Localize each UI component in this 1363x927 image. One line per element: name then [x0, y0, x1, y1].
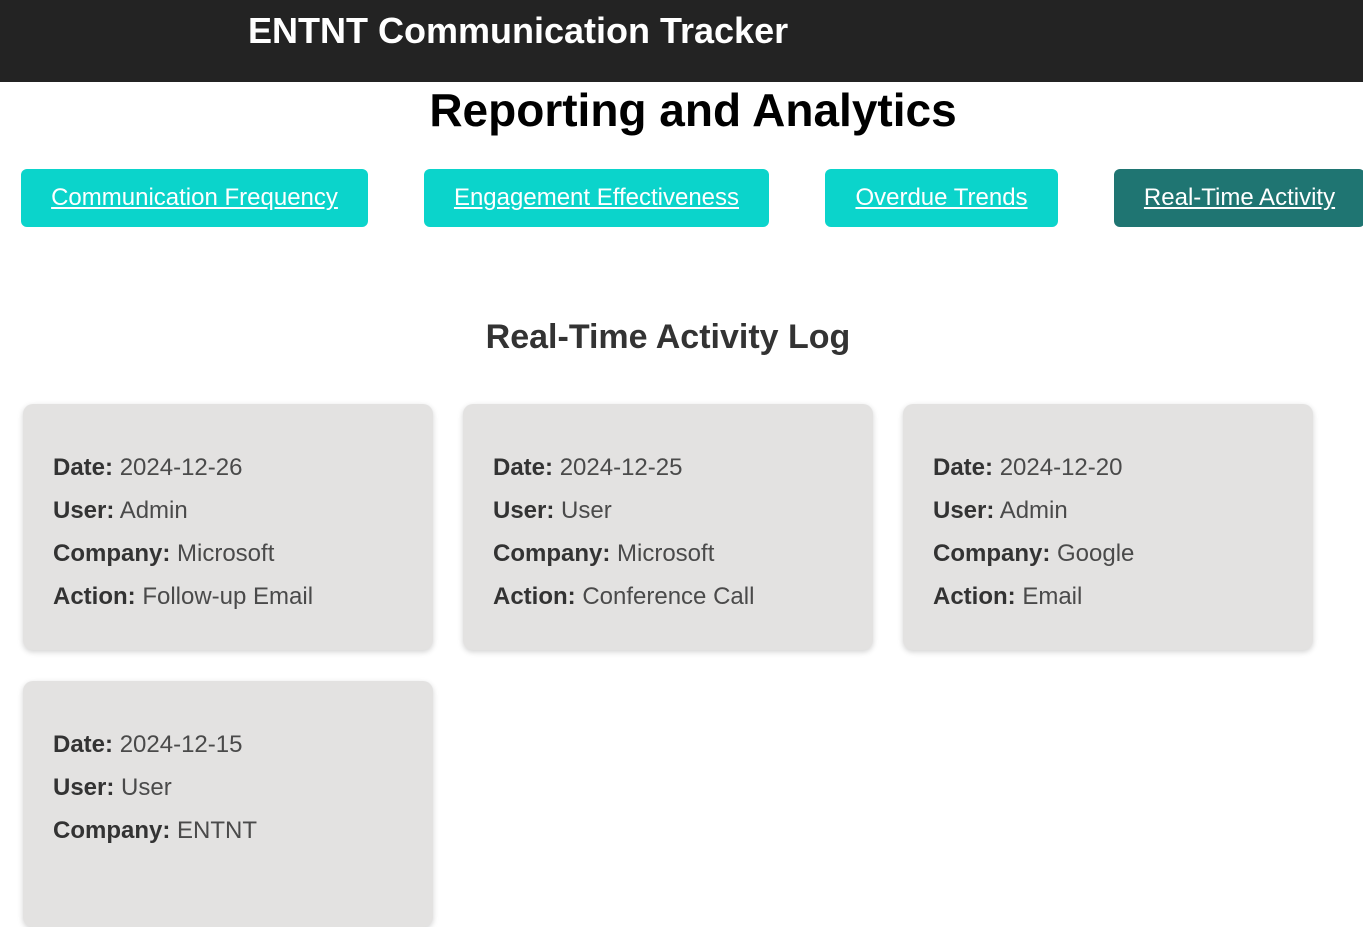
action-label: Action:: [493, 583, 576, 610]
date-field: Date: 2024-12-20: [933, 446, 1313, 489]
action-field: Action: Email: [933, 575, 1313, 618]
user-value: User: [121, 774, 172, 801]
user-label: User:: [493, 497, 555, 524]
date-value: 2024-12-20: [999, 454, 1123, 481]
user-label: User:: [933, 497, 995, 524]
user-field: User: Admin: [53, 489, 433, 532]
date-field: Date: 2024-12-15: [53, 723, 433, 766]
action-label: Action:: [933, 583, 1016, 610]
company-value: Google: [1057, 540, 1135, 567]
company-field: Company: ENTNT: [53, 809, 433, 852]
tab-real-time-activity[interactable]: Real-Time Activity: [1114, 169, 1363, 227]
action-field: Action: Follow-up Email: [53, 575, 433, 618]
company-field: Company: Microsoft: [53, 532, 433, 575]
app-title: ENTNT Communication Tracker: [248, 10, 789, 51]
company-value: ENTNT: [177, 817, 258, 844]
date-label: Date:: [493, 454, 554, 481]
top-navbar: ENTNT Communication Tracker: [0, 0, 1363, 82]
user-field: User: Admin: [933, 489, 1313, 532]
action-value: Follow-up Email: [142, 583, 314, 610]
date-label: Date:: [53, 731, 114, 758]
page-title: Reporting and Analytics: [429, 84, 957, 136]
activity-log-title: Real-Time Activity Log: [485, 318, 851, 356]
tab-communication-frequency[interactable]: Communication Frequency: [21, 169, 368, 227]
date-label: Date:: [53, 454, 114, 481]
company-label: Company:: [53, 817, 171, 844]
date-value: 2024-12-26: [119, 454, 243, 481]
activity-card: Date: 2024-12-15 User: User Company: ENT…: [23, 681, 433, 927]
user-label: User:: [53, 774, 115, 801]
activity-card: Date: 2024-12-26 User: Admin Company: Mi…: [23, 404, 433, 650]
company-value: Microsoft: [617, 540, 715, 567]
company-label: Company:: [933, 540, 1051, 567]
date-value: 2024-12-15: [119, 731, 243, 758]
activity-card: Date: 2024-12-25 User: User Company: Mic…: [463, 404, 873, 650]
user-field: User: User: [53, 766, 433, 809]
action-value: Email: [1022, 583, 1083, 610]
action-label: Action:: [53, 583, 136, 610]
company-value: Microsoft: [177, 540, 275, 567]
activity-card: Date: 2024-12-20 User: Admin Company: Go…: [903, 404, 1313, 650]
action-field: Action: Conference Call: [493, 575, 873, 618]
company-field: Company: Google: [933, 532, 1313, 575]
company-label: Company:: [493, 540, 611, 567]
action-value: Conference Call: [582, 583, 755, 610]
user-value: User: [561, 497, 612, 524]
date-value: 2024-12-25: [559, 454, 683, 481]
user-field: User: User: [493, 489, 873, 532]
tab-engagement-effectiveness[interactable]: Engagement Effectiveness: [424, 169, 769, 227]
date-field: Date: 2024-12-25: [493, 446, 873, 489]
date-field: Date: 2024-12-26: [53, 446, 433, 489]
user-label: User:: [53, 497, 115, 524]
date-label: Date:: [933, 454, 994, 481]
user-value: Admin: [999, 497, 1068, 524]
user-value: Admin: [119, 497, 188, 524]
tab-overdue-trends[interactable]: Overdue Trends: [825, 169, 1058, 227]
company-label: Company:: [53, 540, 171, 567]
company-field: Company: Microsoft: [493, 532, 873, 575]
